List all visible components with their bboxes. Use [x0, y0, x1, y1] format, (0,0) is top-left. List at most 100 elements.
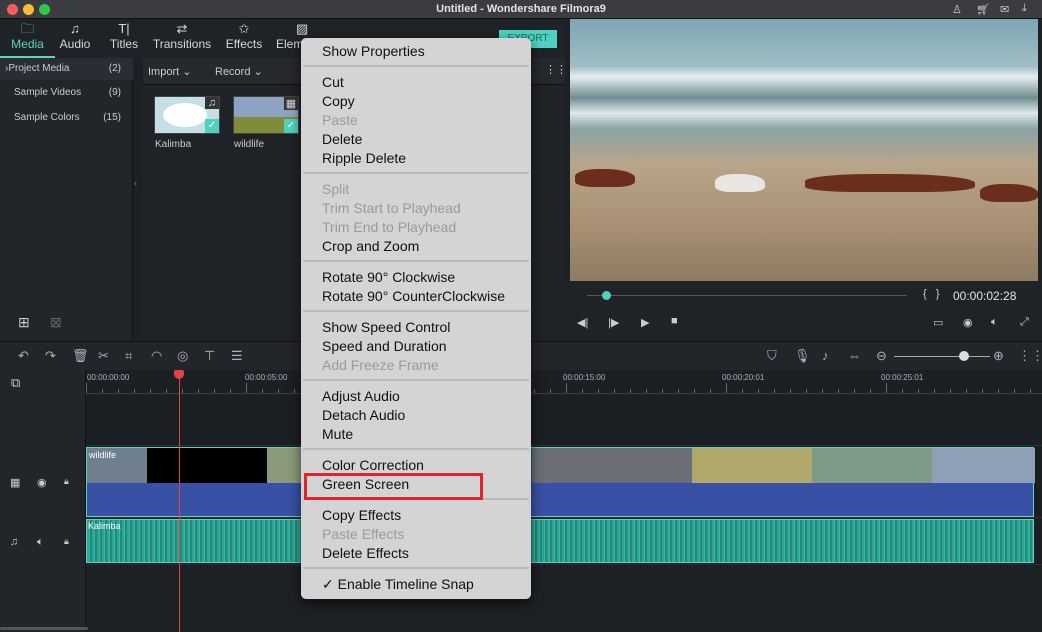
speaker-icon[interactable]: 🔈︎ [37, 536, 44, 549]
menu-item-delete-effects[interactable]: Delete Effects [322, 544, 409, 563]
menu-item-ripple-delete[interactable]: Ripple Delete [322, 149, 406, 168]
snapshot-icon[interactable]: ◉ [963, 316, 973, 329]
play-icon[interactable]: ▶ [641, 316, 649, 329]
previous-frame-icon[interactable]: ◀| [577, 316, 588, 329]
menu-item-copy-effects[interactable]: Copy Effects [322, 506, 401, 525]
ruler-tick [262, 389, 263, 393]
empty-track [86, 395, 1042, 446]
ruler-tick [118, 389, 119, 393]
audio-mixer-icon[interactable]: ☰ [231, 348, 243, 364]
menu-item-speed-and-duration[interactable]: Speed and Duration [322, 337, 447, 356]
grid-view-icon[interactable]: ⋮⋮ [545, 63, 567, 76]
volume-icon[interactable]: 🔈︎ [991, 316, 998, 329]
menu-item-enable-timeline-snap[interactable]: ✓ Enable Timeline Snap [322, 575, 474, 594]
menu-item-rotate-90-counterclockwise[interactable]: Rotate 90° CounterClockwise [322, 287, 505, 306]
ruler-tick [694, 389, 695, 393]
library-item-sample-colors[interactable]: Sample Colors (15) [0, 107, 133, 129]
media-item-name: Kalimba [155, 139, 192, 150]
menu-item-delete[interactable]: Delete [322, 130, 362, 149]
redo-icon[interactable]: ↷ [45, 348, 56, 364]
undo-icon[interactable]: ↶ [18, 348, 29, 364]
account-icon[interactable]: ♙ [952, 3, 962, 16]
menu-separator [303, 65, 529, 67]
ruler-tick [918, 389, 919, 393]
next-frame-icon[interactable]: |▶ [608, 316, 619, 329]
title-bar: Untitled - Wondershare Filmora9 ♙ 🛒︎ ✉ ⤓ [0, 0, 1042, 19]
preview-progress-bar[interactable] [587, 295, 907, 296]
timeline-scrollbar[interactable] [0, 627, 88, 630]
fullscreen-icon[interactable]: ⤢ [1020, 316, 1029, 329]
ruler-tick [230, 389, 231, 393]
color-icon[interactable]: ◎ [177, 348, 188, 364]
record-dropdown[interactable]: Record ⌄ [215, 65, 263, 78]
stop-icon[interactable]: ■ [671, 315, 678, 327]
green-screen-highlight [304, 473, 483, 500]
voiceover-icon[interactable]: ♪ [822, 348, 829, 363]
tab-effects[interactable]: ✩ Effects [222, 19, 266, 58]
menu-item-adjust-audio[interactable]: Adjust Audio [322, 387, 400, 406]
library-item-project-media[interactable]: ›Project Media (2) [0, 58, 133, 80]
audio-clip-kalimba[interactable]: Kalimba [86, 519, 1034, 563]
video-track-icon: ▦ [10, 477, 21, 489]
tab-audio[interactable]: ♫ Audio [55, 19, 95, 58]
menu-item-split: Split [322, 181, 350, 197]
tab-transitions[interactable]: ⇄ Transitions [150, 19, 214, 58]
cut-icon[interactable]: ✂ [98, 348, 109, 364]
green-screen-icon[interactable]: ⊤ [204, 348, 215, 364]
menu-separator [303, 260, 529, 262]
speed-icon[interactable]: ◠ [151, 348, 162, 364]
menu-item-show-properties[interactable]: Show Properties [322, 42, 425, 61]
delete-icon[interactable]: 🗑︎ [72, 348, 89, 364]
menu-item-rotate-90-clockwise[interactable]: Rotate 90° Clockwise [322, 268, 455, 287]
menu-item-mute[interactable]: Mute [322, 425, 353, 444]
add-track-icon[interactable]: ⧉ [11, 375, 20, 391]
ruler-tick [614, 389, 615, 393]
eye-icon[interactable]: ◉ [37, 476, 47, 489]
ruler-label: 00:00:25:01 [881, 373, 924, 382]
film-icon: ▦ [284, 97, 298, 110]
ruler-tick [166, 389, 167, 393]
video-clip-wildlife[interactable]: wildlife [86, 447, 1035, 517]
zoom-in-icon[interactable]: ⊕ [993, 348, 1004, 364]
cart-icon[interactable]: 🛒︎ [976, 3, 990, 16]
media-item-kalimba[interactable]: ♫ ✓ [154, 96, 220, 134]
checkmark-icon: ✓ [205, 119, 219, 133]
notification-icon[interactable]: ✉ [1000, 3, 1009, 16]
ruler-tick [1030, 389, 1031, 393]
video-preview [570, 19, 1038, 281]
menu-item-trim-end-to-playhead: Trim End to Playhead [322, 219, 457, 235]
panel-handle-icon[interactable]: ⋮⋮ [1018, 348, 1042, 364]
playhead[interactable] [179, 370, 180, 632]
delete-folder-icon[interactable]: ⊠ [50, 314, 62, 331]
lock-icon[interactable]: 🔒︎ [64, 536, 69, 547]
menu-item-show-speed-control[interactable]: Show Speed Control [322, 318, 450, 337]
crop-icon[interactable]: ⌗ [125, 348, 132, 364]
download-icon[interactable]: ⤓ [1022, 2, 1027, 15]
tab-titles[interactable]: T| Titles [104, 19, 144, 58]
collapse-panel-icon[interactable]: ‹ [134, 178, 137, 188]
ruler-tick [774, 389, 775, 393]
import-dropdown[interactable]: Import ⌄ [148, 65, 191, 78]
ruler-tick [982, 389, 983, 393]
menu-item-crop-and-zoom[interactable]: Crop and Zoom [322, 237, 419, 256]
mark-in-out-icon[interactable]: { } [923, 288, 940, 300]
ruler-tick [278, 389, 279, 393]
tab-media[interactable]: 🗀 Media [0, 19, 55, 58]
menu-item-add-freeze-frame: Add Freeze Frame [322, 357, 439, 373]
music-track-icon: ♫ [10, 536, 19, 548]
marker-icon[interactable]: ⛉ [767, 348, 777, 364]
menu-item-detach-audio[interactable]: Detach Audio [322, 406, 405, 425]
preview-scrubber-handle[interactable] [602, 291, 612, 300]
zoom-slider[interactable] [894, 356, 990, 357]
lock-icon[interactable]: 🔒︎ [64, 476, 69, 487]
menu-item-cut[interactable]: Cut [322, 73, 344, 92]
menu-item-copy[interactable]: Copy [322, 92, 355, 111]
media-item-wildlife[interactable]: ▦ ✓ [233, 96, 299, 134]
fit-timeline-icon[interactable]: ⇔ [848, 348, 861, 363]
new-folder-icon[interactable]: ⊞ [18, 314, 30, 331]
render-settings-icon[interactable]: ▭ [933, 316, 943, 329]
microphone-icon[interactable]: 🎙︎ [794, 348, 811, 364]
library-item-sample-videos[interactable]: Sample Videos (9) [0, 82, 133, 104]
zoom-out-icon[interactable]: ⊖ [876, 348, 887, 364]
thumbnail-image [163, 103, 207, 127]
